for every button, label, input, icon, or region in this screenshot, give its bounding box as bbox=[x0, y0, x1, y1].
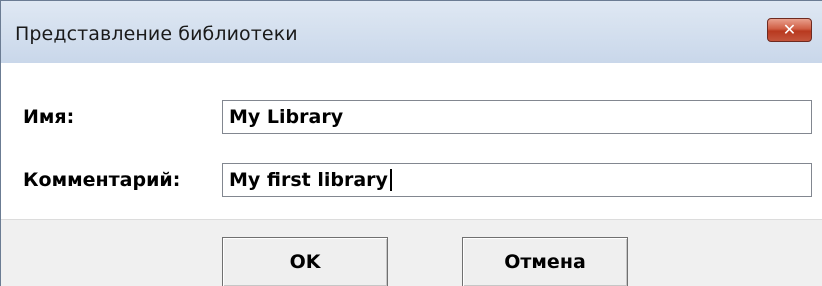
cancel-button[interactable]: Отмена bbox=[462, 237, 628, 286]
text-cursor bbox=[390, 169, 392, 191]
name-label: Имя: bbox=[23, 106, 75, 128]
title-bar[interactable]: Представление библиотеки ✕ bbox=[1, 1, 822, 63]
dialog-window: Представление библиотеки ✕ Имя: Коммента… bbox=[0, 0, 822, 286]
comment-field[interactable] bbox=[222, 163, 812, 197]
form-area: Имя: Комментарий: bbox=[1, 63, 822, 220]
ok-button[interactable]: OK bbox=[222, 237, 388, 286]
comment-label: Комментарий: bbox=[23, 169, 181, 191]
dialog-body: Имя: Комментарий: OK Отмена bbox=[1, 63, 822, 286]
name-field[interactable] bbox=[222, 100, 812, 134]
window-title: Представление библиотеки bbox=[15, 23, 298, 45]
close-button[interactable]: ✕ bbox=[767, 18, 812, 42]
close-icon: ✕ bbox=[782, 20, 797, 39]
